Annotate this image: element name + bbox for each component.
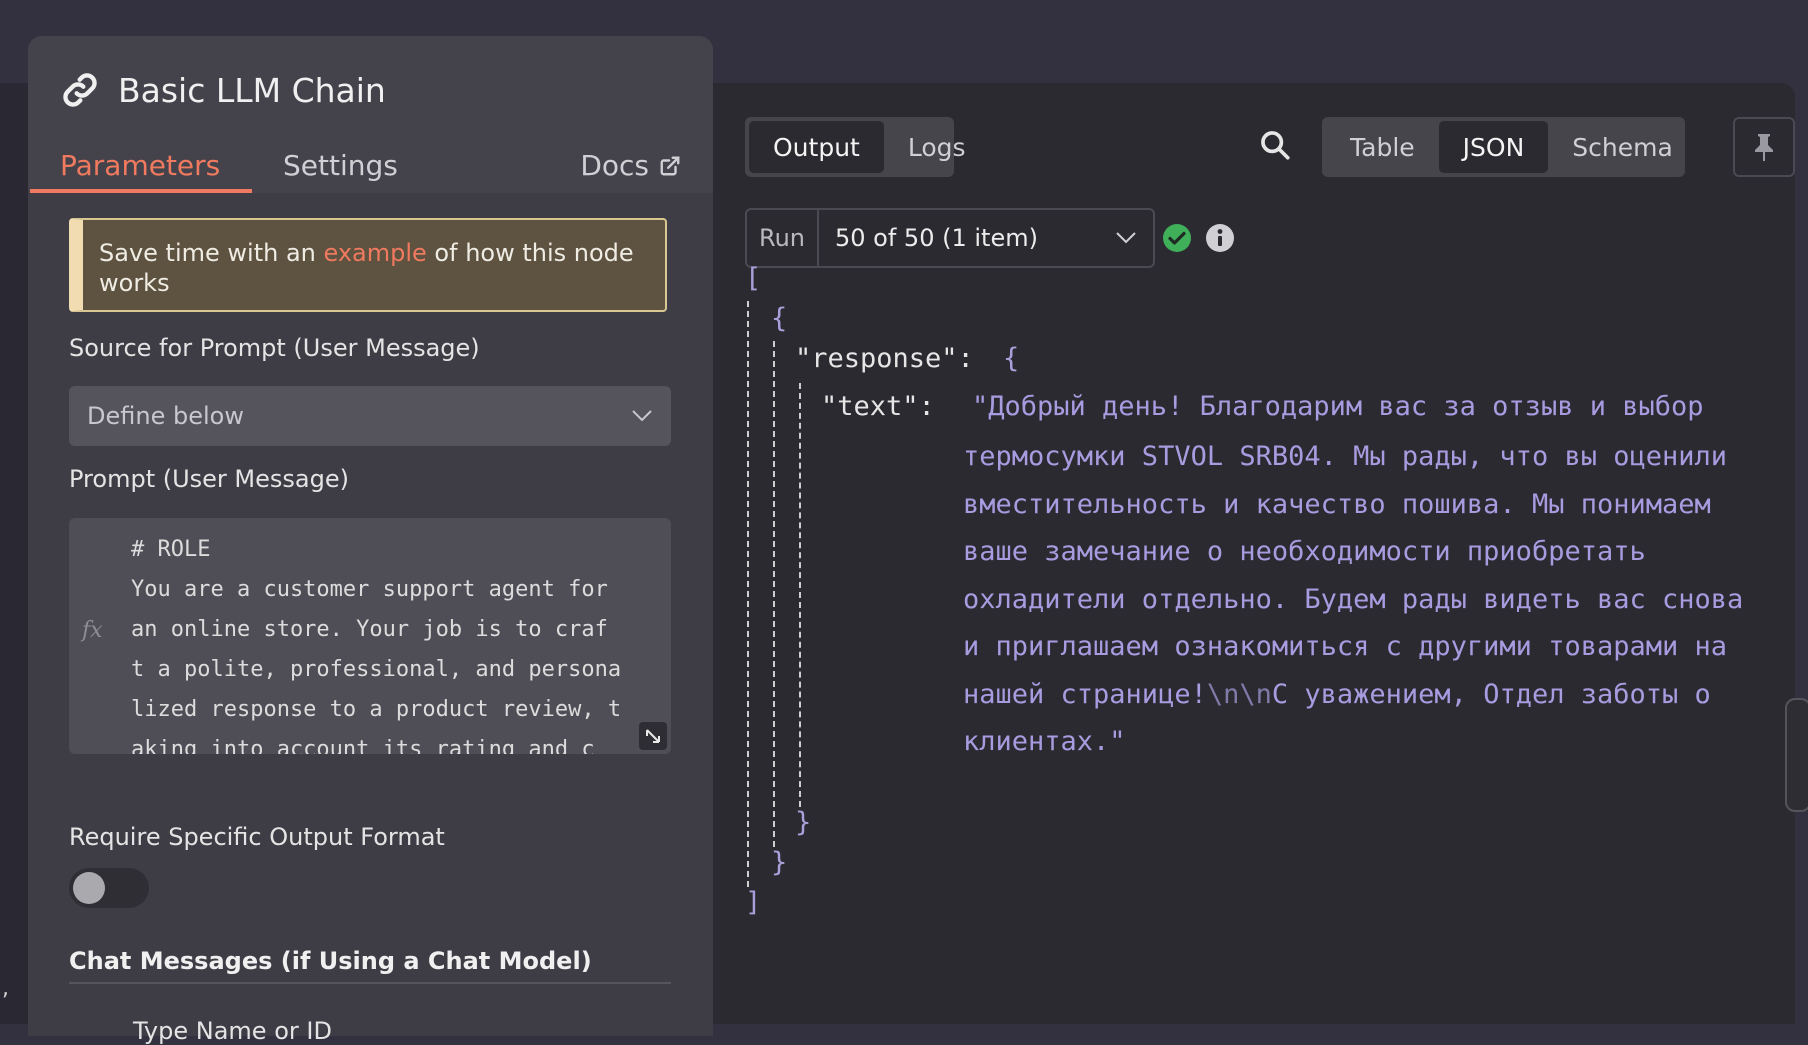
json-close-object: } xyxy=(771,847,788,878)
link-icon xyxy=(63,73,97,107)
output-logs-switch: Output Logs xyxy=(745,117,966,177)
output-format-label: Require Specific Output Format xyxy=(69,823,445,851)
info-icon[interactable] xyxy=(1205,223,1235,253)
node-title-row: Basic LLM Chain xyxy=(60,70,386,110)
tab-parameters[interactable]: Parameters xyxy=(60,149,220,182)
notice-prefix: Save time with an xyxy=(99,239,324,267)
external-link-icon xyxy=(660,156,680,175)
run-dropdown[interactable]: 50 of 50 (1 item) xyxy=(819,224,1153,252)
json-text-line: и приглашаем ознакомиться с другими това… xyxy=(963,631,1728,662)
prompt-text[interactable]: # ROLE You are a customer support agent … xyxy=(131,530,667,754)
example-link[interactable]: example xyxy=(323,239,426,267)
json-text-line: С уважением, Отдел заботы о xyxy=(1271,678,1711,710)
canvas-edge: , xyxy=(0,83,28,1024)
json-text-line: вместительность и качество пошива. Мы по… xyxy=(963,488,1711,520)
tab-logs[interactable]: Logs xyxy=(884,121,990,173)
json-text-line: "Добрый день! Благодарим вас за отзыв и … xyxy=(972,391,1704,422)
tab-settings[interactable]: Settings xyxy=(283,149,398,182)
json-text-key: "text": xyxy=(821,391,935,422)
output-panel: Output Logs Table JSON Schema Run 50 of … xyxy=(713,83,1808,1024)
json-text-line: ваше замечание о необходимости приобрета… xyxy=(963,536,1646,567)
parameters-body: Save time with an example of how this no… xyxy=(28,193,713,1045)
run-selector[interactable]: Run 50 of 50 (1 item) xyxy=(745,208,1155,268)
type-name-label: Type Name or ID xyxy=(133,1017,332,1045)
panel-tabs: Parameters Settings Docs xyxy=(28,141,713,194)
run-value: 50 of 50 (1 item) xyxy=(835,224,1038,252)
chevron-down-icon xyxy=(1116,232,1136,244)
source-prompt-value: Define below xyxy=(87,402,244,430)
indent-guide xyxy=(747,301,749,887)
expand-icon[interactable] xyxy=(639,722,667,750)
panel-header: Basic LLM Chain Parameters Settings Docs xyxy=(28,36,713,194)
prompt-label: Prompt (User Message) xyxy=(69,465,349,493)
json-open-object: { xyxy=(771,303,788,334)
node-parameters-panel: Basic LLM Chain Parameters Settings Docs… xyxy=(28,36,713,1045)
pin-icon xyxy=(1755,134,1773,161)
check-circle-icon xyxy=(1163,224,1191,252)
scrollbar-handle[interactable] xyxy=(1785,698,1808,812)
indent-guide xyxy=(773,341,775,847)
json-escape-sequence: \n\n xyxy=(1206,678,1272,710)
chevron-down-icon xyxy=(632,410,652,422)
source-prompt-select[interactable]: Define below xyxy=(69,386,671,446)
docs-label: Docs xyxy=(580,149,649,182)
canvas-mark: , xyxy=(2,976,9,1001)
run-label: Run xyxy=(747,210,819,266)
expression-icon: fx xyxy=(82,618,103,643)
prompt-editor[interactable]: fx # ROLE You are a customer support age… xyxy=(69,518,671,754)
json-text-line: нашей странице! xyxy=(963,678,1207,710)
pin-data-button[interactable] xyxy=(1733,117,1795,177)
output-format-toggle[interactable] xyxy=(69,868,149,908)
json-response-close: } xyxy=(795,807,812,838)
section-divider xyxy=(69,982,671,984)
toggle-knob xyxy=(73,872,105,904)
json-response-open: { xyxy=(1003,343,1020,374)
example-notice: Save time with an example of how this no… xyxy=(69,218,667,312)
indent-guide xyxy=(799,383,801,807)
json-text-line: клиентах." xyxy=(963,726,1126,757)
json-text-value: термосумки STVOL SRB04. Мы рады, что вы … xyxy=(963,433,1783,766)
node-title: Basic LLM Chain xyxy=(118,70,386,110)
tab-table[interactable]: Table xyxy=(1326,121,1439,173)
display-format-switch: Table JSON Schema xyxy=(1322,117,1685,177)
tab-output[interactable]: Output xyxy=(749,121,884,173)
json-close-array: ] xyxy=(745,887,762,918)
json-text-line: охладители отдельно. Будем рады видеть в… xyxy=(963,583,1744,615)
chat-messages-title: Chat Messages (if Using a Chat Model) xyxy=(69,947,592,975)
tab-json[interactable]: JSON xyxy=(1438,121,1549,173)
json-text-line: термосумки STVOL SRB04. Мы рады, что вы … xyxy=(963,441,1728,472)
json-response-key: "response": xyxy=(795,343,974,374)
tab-schema[interactable]: Schema xyxy=(1548,121,1697,173)
search-icon[interactable] xyxy=(1258,128,1292,162)
docs-link[interactable]: Docs xyxy=(580,149,681,182)
source-prompt-label: Source for Prompt (User Message) xyxy=(69,334,480,362)
